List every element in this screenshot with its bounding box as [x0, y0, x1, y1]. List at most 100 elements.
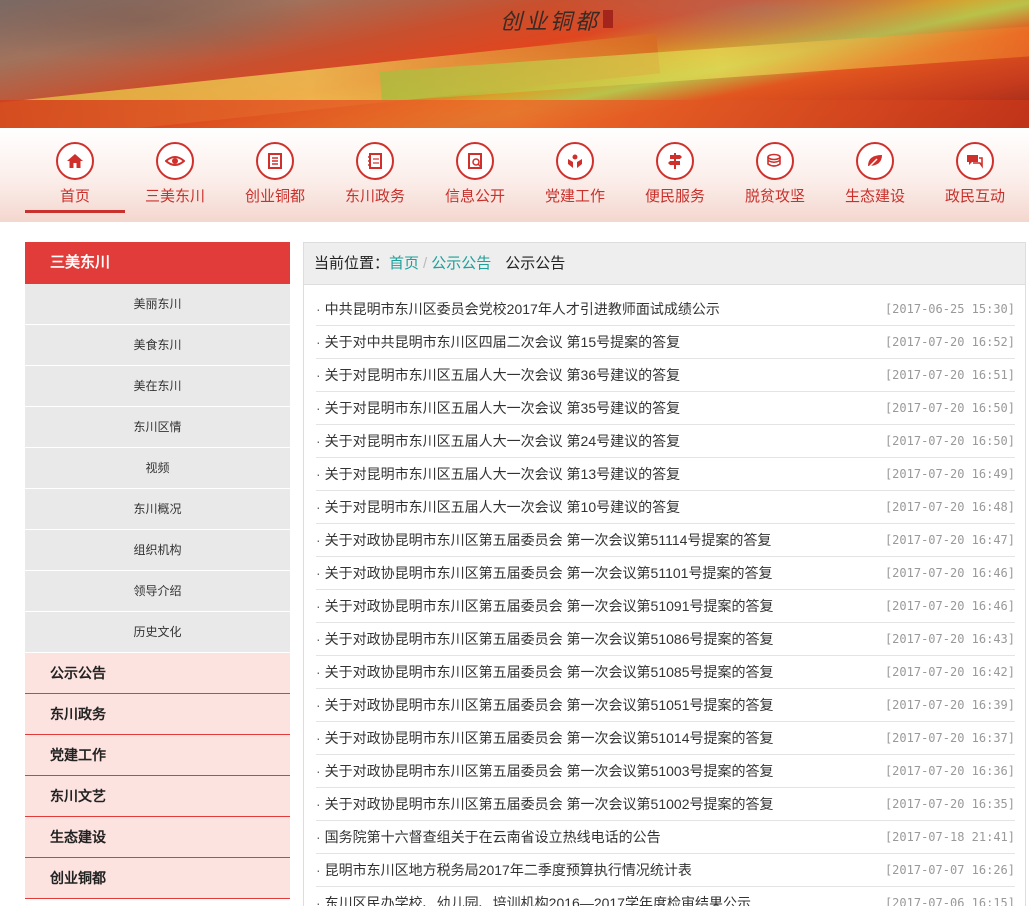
item-title-link[interactable]: 关于对昆明市东川区五届人大一次会议 第35号建议的答复 [316, 398, 680, 418]
list-item[interactable]: 中共昆明市东川区委员会党校2017年人才引进教师面试成绩公示 [2017-06-2… [316, 293, 1015, 326]
content-panel: 当前位置：首页/公示公告公示公告 中共昆明市东川区委员会党校2017年人才引进教… [303, 242, 1026, 906]
item-date: [2017-07-20 16:36] [884, 764, 1015, 778]
list-item[interactable]: 昆明市东川区地方税务局2017年二季度预算执行情况统计表 [2017-07-07 … [316, 854, 1015, 887]
item-title-link[interactable]: 关于对昆明市东川区五届人大一次会议 第13号建议的答复 [316, 464, 680, 484]
nav-item-xinxi[interactable]: 信息公开 [425, 142, 525, 214]
list-item[interactable]: 关于对中共昆明市东川区四届二次会议 第15号提案的答复 [2017-07-20 1… [316, 326, 1015, 359]
list-item[interactable]: 关于对政协昆明市东川区第五届委员会 第一次会议第51091号提案的答复 [2017… [316, 590, 1015, 623]
item-title-link[interactable]: 关于对政协昆明市东川区第五届委员会 第一次会议第51101号提案的答复 [316, 563, 773, 583]
item-date: [2017-07-20 16:52] [884, 335, 1015, 349]
item-date: [2017-07-20 16:50] [884, 434, 1015, 448]
info-book-icon [456, 142, 494, 180]
item-date: [2017-07-20 16:35] [884, 797, 1015, 811]
list-item[interactable]: 国务院第十六督查组关于在云南省设立热线电话的公告 [2017-07-18 21:4… [316, 821, 1015, 854]
signpost-icon [656, 142, 694, 180]
list-item[interactable]: 关于对昆明市东川区五届人大一次会议 第10号建议的答复 [2017-07-20 1… [316, 491, 1015, 524]
item-date: [2017-07-06 16:15] [884, 896, 1015, 906]
item-title-link[interactable]: 关于对政协昆明市东川区第五届委员会 第一次会议第51051号提案的答复 [316, 695, 774, 715]
sidebar-subitem[interactable]: 美丽东川 [25, 284, 290, 325]
item-title-link[interactable]: 关于对政协昆明市东川区第五届委员会 第一次会议第51014号提案的答复 [316, 728, 774, 748]
sidebar-subitem[interactable]: 历史文化 [25, 612, 290, 653]
eye-icon [156, 142, 194, 180]
sidebar-category[interactable]: 创业铜都 [25, 858, 290, 899]
sidebar-subitem[interactable]: 领导介绍 [25, 571, 290, 612]
item-date: [2017-07-20 16:47] [884, 533, 1015, 547]
notebook-icon [356, 142, 394, 180]
list-item[interactable]: 关于对政协昆明市东川区第五届委员会 第一次会议第51114号提案的答复 [2017… [316, 524, 1015, 557]
sidebar-subitem[interactable]: 美在东川 [25, 366, 290, 407]
nav-label: 创业铜都 [244, 188, 305, 205]
nav-label: 三美东川 [144, 188, 205, 205]
item-date: [2017-07-20 16:39] [884, 698, 1015, 712]
item-date: [2017-07-20 16:50] [884, 401, 1015, 415]
sidebar-category[interactable]: 党建工作 [25, 735, 290, 776]
nav-item-dangjian[interactable]: 党建工作 [525, 142, 625, 214]
item-title-link[interactable]: 关于对中共昆明市东川区四届二次会议 第15号提案的答复 [316, 332, 680, 352]
sidebar: 三美东川 美丽东川 美食东川 美在东川 东川区情 视频 东川概况 组织机构 领导… [25, 242, 290, 899]
list-item[interactable]: 关于对政协昆明市东川区第五届委员会 第一次会议第51086号提案的答复 [2017… [316, 623, 1015, 656]
nav-label: 党建工作 [544, 188, 605, 205]
item-title-link[interactable]: 关于对政协昆明市东川区第五届委员会 第一次会议第51114号提案的答复 [316, 530, 772, 550]
list-item[interactable]: 关于对昆明市东川区五届人大一次会议 第24号建议的答复 [2017-07-20 1… [316, 425, 1015, 458]
sidebar-subitem[interactable]: 美食东川 [25, 325, 290, 366]
list-item[interactable]: 关于对政协昆明市东川区第五届委员会 第一次会议第51002号提案的答复 [2017… [316, 788, 1015, 821]
breadcrumb-section-link[interactable]: 公示公告 [431, 255, 491, 272]
nav-item-chuangye[interactable]: 创业铜都 [225, 142, 325, 214]
item-title-link[interactable]: 关于对昆明市东川区五届人大一次会议 第36号建议的答复 [316, 365, 680, 385]
list-item[interactable]: 关于对政协昆明市东川区第五届委员会 第一次会议第51014号提案的答复 [2017… [316, 722, 1015, 755]
nav-label: 首页 [59, 188, 90, 205]
item-title-link[interactable]: 关于对政协昆明市东川区第五届委员会 第一次会议第51002号提案的答复 [316, 794, 774, 814]
sidebar-category[interactable]: 公示公告 [25, 653, 290, 694]
item-title-link[interactable]: 关于对政协昆明市东川区第五届委员会 第一次会议第51003号提案的答复 [316, 761, 774, 781]
sidebar-subitem[interactable]: 东川概况 [25, 489, 290, 530]
item-title-link[interactable]: 东川区民办学校、幼儿园、培训机构2016—2017学年度检审结果公示 [316, 893, 751, 906]
nav-item-zhengmin[interactable]: 政民互动 [925, 142, 1025, 214]
nav-item-bianmin[interactable]: 便民服务 [625, 142, 725, 214]
sidebar-subitem[interactable]: 组织机构 [25, 530, 290, 571]
logo-seal-icon [603, 10, 613, 28]
site-logo: 创业铜都 [500, 10, 601, 35]
hands-icon [556, 142, 594, 180]
item-title-link[interactable]: 关于对昆明市东川区五届人大一次会议 第24号建议的答复 [316, 431, 680, 451]
nav-item-home[interactable]: 首页 [25, 142, 125, 214]
item-date: [2017-06-25 15:30] [884, 302, 1015, 316]
breadcrumb-home-link[interactable]: 首页 [389, 255, 419, 272]
item-title-link[interactable]: 关于对政协昆明市东川区第五届委员会 第一次会议第51091号提案的答复 [316, 596, 774, 616]
list-item[interactable]: 关于对政协昆明市东川区第五届委员会 第一次会议第51101号提案的答复 [2017… [316, 557, 1015, 590]
item-date: [2017-07-20 16:51] [884, 368, 1015, 382]
nav-item-tuopin[interactable]: 脱贫攻坚 [725, 142, 825, 214]
list-item[interactable]: 关于对昆明市东川区五届人大一次会议 第35号建议的答复 [2017-07-20 1… [316, 392, 1015, 425]
list-item[interactable]: 关于对昆明市东川区五届人大一次会议 第13号建议的答复 [2017-07-20 1… [316, 458, 1015, 491]
item-title-link[interactable]: 关于对昆明市东川区五届人大一次会议 第10号建议的答复 [316, 497, 680, 517]
item-title-link[interactable]: 国务院第十六督查组关于在云南省设立热线电话的公告 [316, 827, 661, 847]
notice-list: 中共昆明市东川区委员会党校2017年人才引进教师面试成绩公示 [2017-06-2… [304, 285, 1025, 906]
item-date: [2017-07-20 16:43] [884, 632, 1015, 646]
nav-item-shengtai[interactable]: 生态建设 [825, 142, 925, 214]
sidebar-heading[interactable]: 三美东川 [25, 242, 290, 284]
sidebar-category[interactable]: 东川文艺 [25, 776, 290, 817]
nav-label: 便民服务 [644, 188, 705, 205]
item-title-link[interactable]: 关于对政协昆明市东川区第五届委员会 第一次会议第51086号提案的答复 [316, 629, 774, 649]
main-nav: 首页 三美东川 创业铜都 东川政务 信息公开 党建工作 便民服务 脱贫攻坚 生态… [0, 128, 1029, 222]
nav-label: 信息公开 [444, 188, 505, 205]
list-item[interactable]: 关于对政协昆明市东川区第五届委员会 第一次会议第51003号提案的答复 [2017… [316, 755, 1015, 788]
leaf-icon [856, 142, 894, 180]
sidebar-subitem[interactable]: 东川区情 [25, 407, 290, 448]
item-title-link[interactable]: 昆明市东川区地方税务局2017年二季度预算执行情况统计表 [316, 860, 692, 880]
header-banner: 创业铜都 [0, 0, 1029, 128]
item-title-link[interactable]: 中共昆明市东川区委员会党校2017年人才引进教师面试成绩公示 [316, 299, 720, 319]
sidebar-category[interactable]: 生态建设 [25, 817, 290, 858]
item-title-link[interactable]: 关于对政协昆明市东川区第五届委员会 第一次会议第51085号提案的答复 [316, 662, 774, 682]
breadcrumb-prefix: 当前位置： [314, 255, 390, 272]
list-item[interactable]: 关于对政协昆明市东川区第五届委员会 第一次会议第51085号提案的答复 [2017… [316, 656, 1015, 689]
nav-item-sanmei[interactable]: 三美东川 [125, 142, 225, 214]
list-item[interactable]: 东川区民办学校、幼儿园、培训机构2016—2017学年度检审结果公示 [2017-… [316, 887, 1015, 906]
nav-label: 政民互动 [944, 188, 1005, 205]
list-item[interactable]: 关于对政协昆明市东川区第五届委员会 第一次会议第51051号提案的答复 [2017… [316, 689, 1015, 722]
item-date: [2017-07-20 16:49] [884, 467, 1015, 481]
item-date: [2017-07-18 21:41] [884, 830, 1015, 844]
sidebar-category[interactable]: 东川政务 [25, 694, 290, 735]
nav-item-zhengwu[interactable]: 东川政务 [325, 142, 425, 214]
sidebar-subitem[interactable]: 视频 [25, 448, 290, 489]
list-item[interactable]: 关于对昆明市东川区五届人大一次会议 第36号建议的答复 [2017-07-20 1… [316, 359, 1015, 392]
